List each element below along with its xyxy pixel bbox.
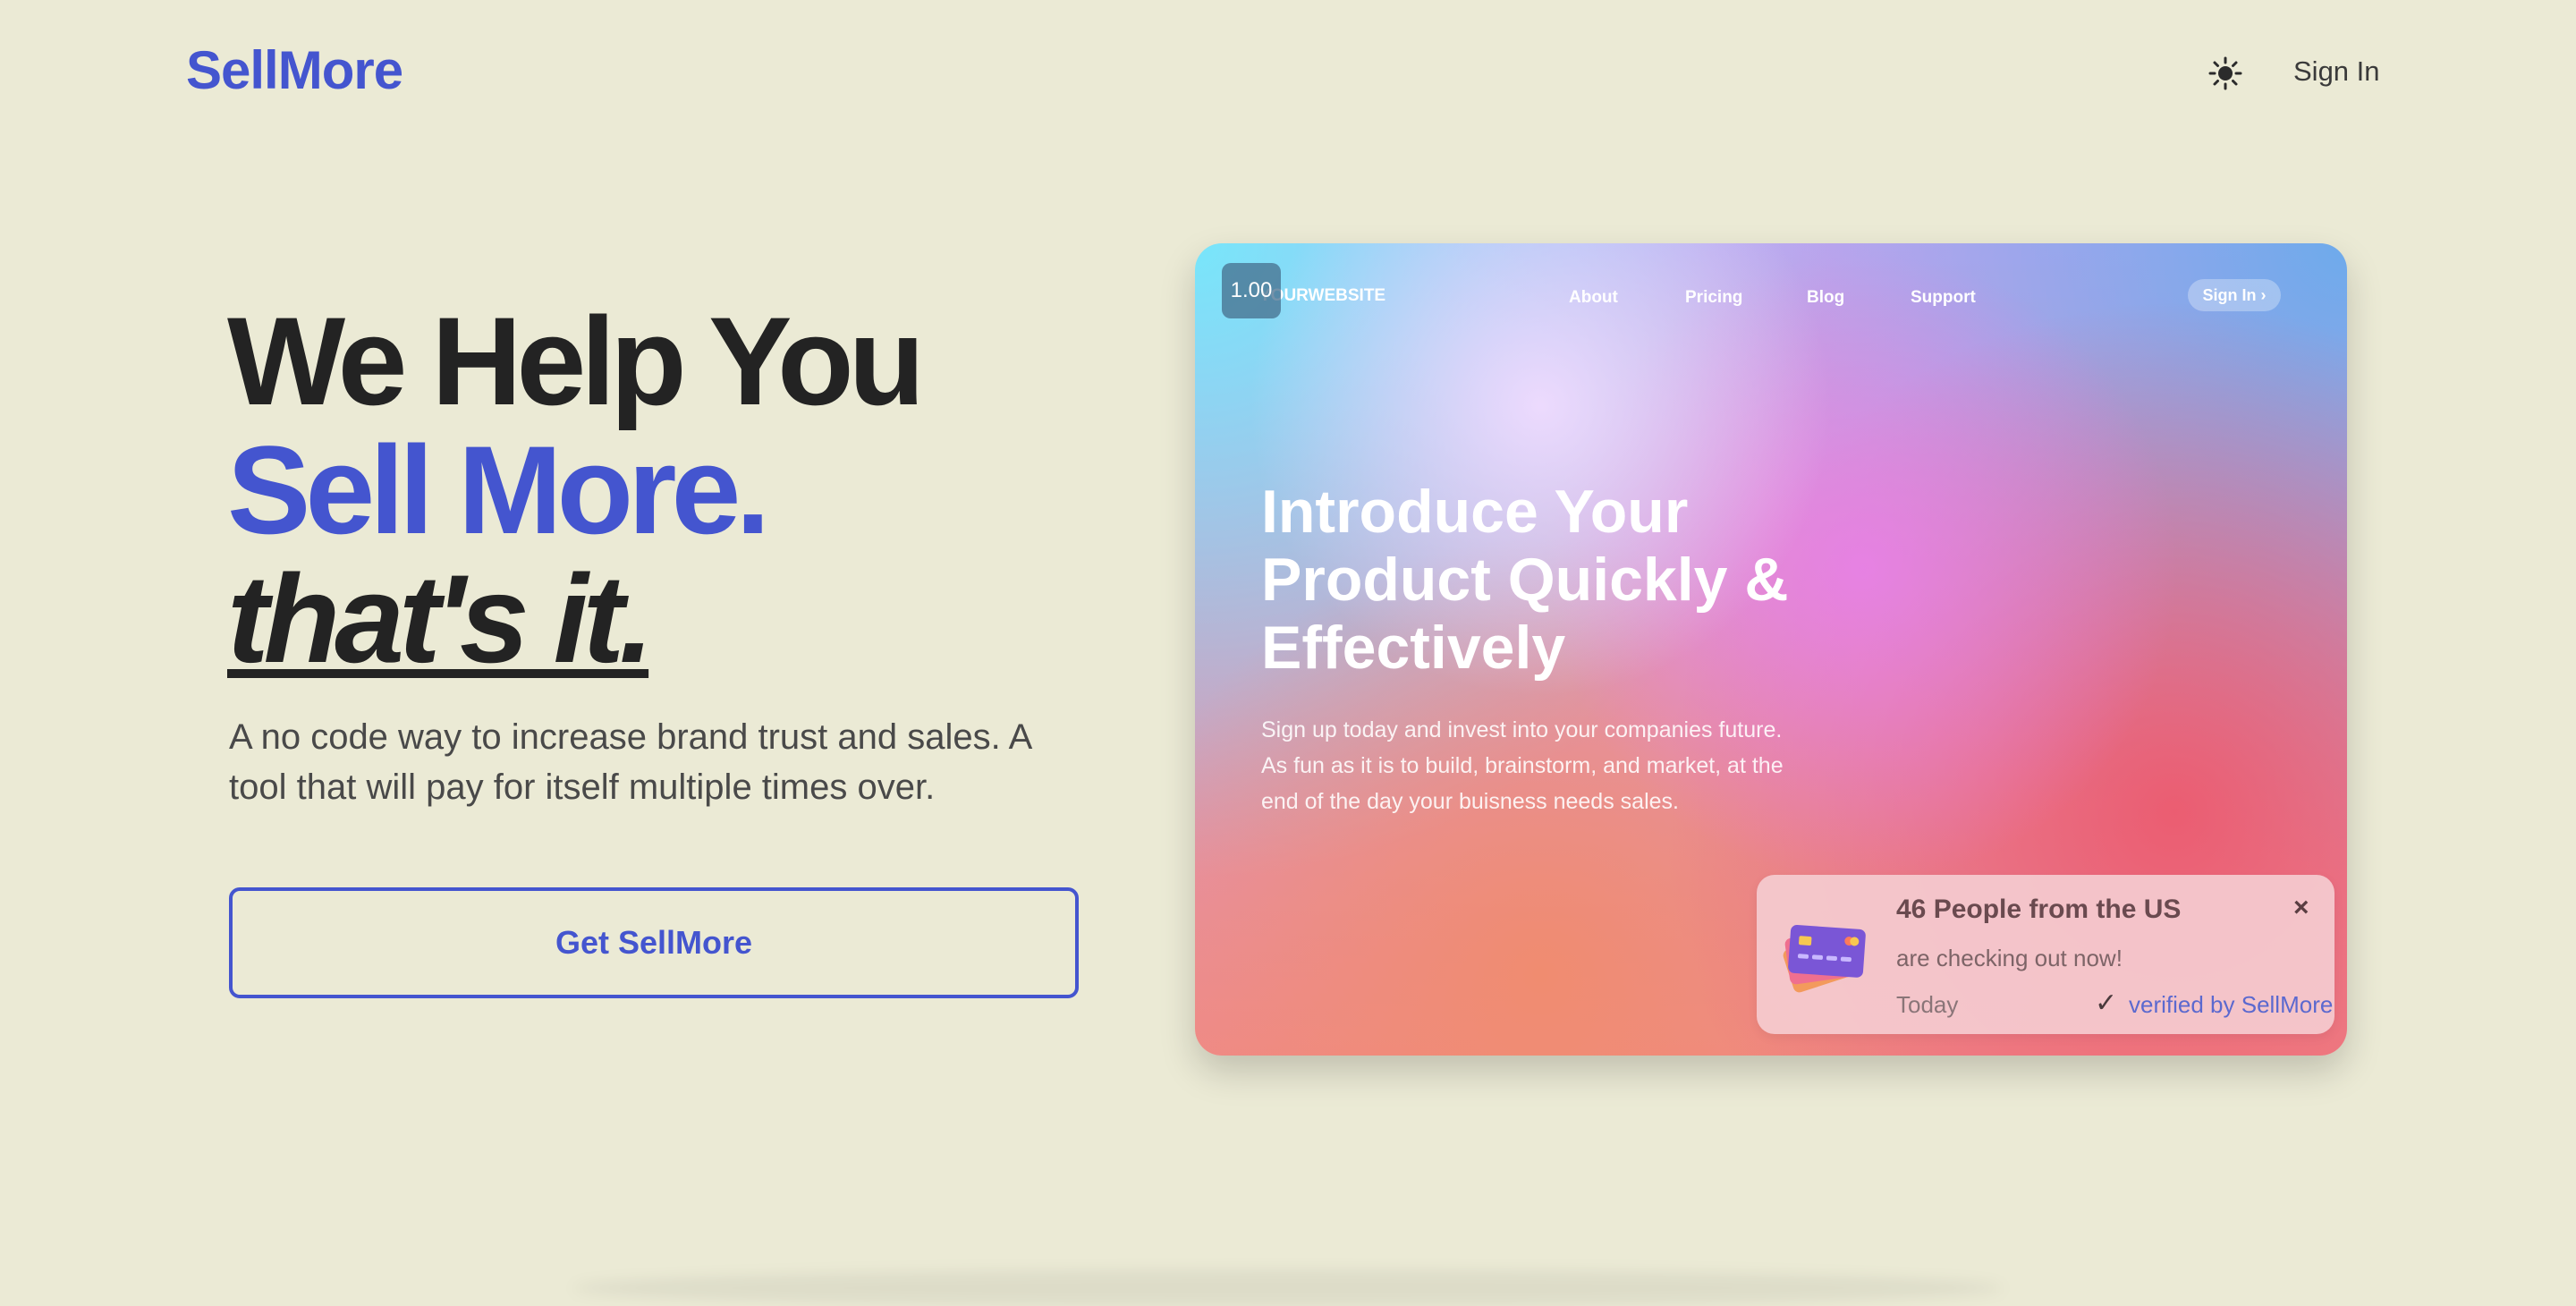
preview-sign-in-button[interactable]: Sign In › xyxy=(2188,279,2281,311)
preview-body: Sign up today and invest into your compa… xyxy=(1261,717,1784,814)
website-preview: YOURWEBSITE 1.00 About Pricing Blog Supp… xyxy=(1195,243,2347,1056)
headline-line-1: We Help You xyxy=(227,291,925,431)
preview-nav-pricing[interactable]: Pricing xyxy=(1685,288,1742,308)
headline-line-3: that's it. xyxy=(227,548,654,689)
logo[interactable]: SellMore xyxy=(186,39,403,101)
headline-line-2: Sell More. xyxy=(227,420,770,560)
notification-time: Today xyxy=(1896,991,1959,1018)
preview-title: Introduce Your Product Quickly & Effecti… xyxy=(1261,478,1789,682)
preview-nav-about[interactable]: About xyxy=(1569,288,1618,308)
social-proof-notification: 46 People from the US are checking out n… xyxy=(1757,875,2334,1034)
preview-nav-support[interactable]: Support xyxy=(1911,288,1976,308)
hero-headline: We Help You Sell More. that's it. xyxy=(227,291,925,689)
checkmark-icon: ✓ xyxy=(2095,988,2118,1018)
notification-subtitle: are checking out now! xyxy=(1896,945,2123,971)
zoom-badge: 1.00 xyxy=(1222,263,1281,318)
sun-icon[interactable] xyxy=(2207,55,2243,91)
preview-nav-blog[interactable]: Blog xyxy=(1807,288,1844,308)
hero-subtext: A no code way to increase brand trust an… xyxy=(229,717,1031,807)
credit-card-icon xyxy=(1773,912,1871,1002)
notification-title: 46 People from the US xyxy=(1896,895,2182,924)
sign-in-link[interactable]: Sign In xyxy=(2293,55,2380,88)
get-sellmore-button[interactable]: Get SellMore xyxy=(229,887,1079,998)
close-icon[interactable]: × xyxy=(2293,893,2309,923)
section-divider-shadow xyxy=(572,1270,2004,1306)
verified-by-link[interactable]: verified by SellMore xyxy=(2129,991,2333,1019)
